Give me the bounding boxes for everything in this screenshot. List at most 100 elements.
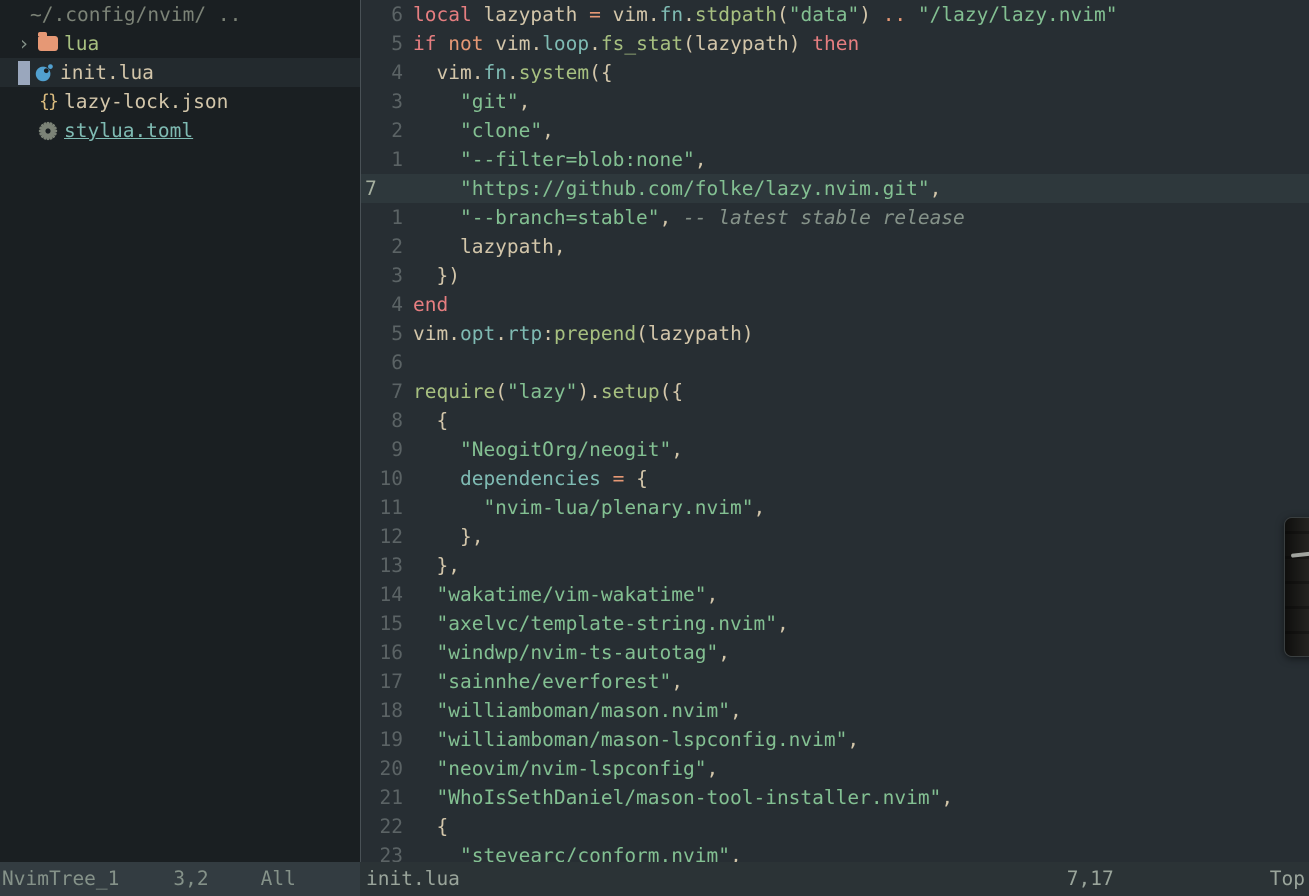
code-line[interactable]: 17 "sainnhe/everforest", [361, 667, 1309, 696]
lua-icon [32, 62, 56, 84]
token-punct: , [542, 119, 554, 142]
line-number: 7 [391, 380, 403, 403]
file-tree-item-lazy-lock-json[interactable]: {} lazy-lock.json [0, 87, 360, 116]
code-line[interactable]: 9 "NeogitOrg/neogit", [361, 435, 1309, 464]
status-right-section: init.lua 7,17 Top [360, 862, 1309, 896]
code-line[interactable]: 13 }, [361, 551, 1309, 580]
code-line[interactable]: 1 "--branch=stable", -- latest stable re… [361, 203, 1309, 232]
code-line[interactable]: 16 "windwp/nvim-ts-autotag", [361, 638, 1309, 667]
code-line[interactable]: 7 require("lazy").setup({ [361, 377, 1309, 406]
token-punct: , [694, 148, 707, 171]
token-punct: { [413, 815, 449, 838]
code-line[interactable]: 12 }, [361, 522, 1309, 551]
token-punct: ( [495, 380, 507, 403]
code-line[interactable]: 11 "nvim-lua/plenary.nvim", [361, 493, 1309, 522]
code-line-text: { [413, 812, 448, 841]
code-line[interactable]: 1 "--filter=blob:none", [361, 145, 1309, 174]
code-line[interactable]: 8 { [361, 406, 1309, 435]
code-line[interactable]: 2 "clone", [361, 116, 1309, 145]
code-line-text: "--branch=stable", -- latest stable rele… [413, 203, 965, 232]
code-line[interactable]: 14 "wakatime/vim-wakatime", [361, 580, 1309, 609]
line-number: 19 [379, 728, 403, 751]
status-line: NvimTree_1 3,2 All init.lua 7,17 Top [0, 862, 1309, 896]
line-number: 9 [391, 438, 403, 461]
token-punct: . [506, 61, 519, 84]
status-left-position: 3,2 [173, 867, 209, 890]
code-line-text: "williamboman/mason-lspconfig.nvim", [413, 725, 859, 754]
token-kw: then [812, 32, 860, 55]
file-tree-item-init-lua[interactable]: init.lua [0, 58, 360, 87]
code-line[interactable]: 20 "neovim/nvim-lspconfig", [361, 754, 1309, 783]
code-line[interactable]: 22 { [361, 812, 1309, 841]
code-line-text: "nvim-lua/plenary.nvim", [413, 493, 765, 522]
code-line[interactable]: 6 local lazypath = vim.fn.stdpath("data")… [361, 0, 1309, 29]
code-line-text: require("lazy").setup({ [413, 377, 683, 406]
code-line[interactable]: 18 "williamboman/mason.nvim", [361, 696, 1309, 725]
code-line[interactable]: 4 end [361, 290, 1309, 319]
token-op: .. [870, 3, 918, 26]
line-number: 6 [391, 3, 403, 26]
code-line-text: dependencies = { [413, 464, 648, 493]
token-comment: -- latest stable release [683, 206, 965, 229]
token-str: "wakatime/vim-wakatime" [413, 583, 707, 606]
token-var: vim [600, 3, 648, 26]
token-str: "/lazy/lazy.nvim" [917, 3, 1118, 26]
token-field: dependencies [413, 467, 601, 490]
token-str: "https://github.com/folke/lazy.nvim.git" [413, 177, 930, 200]
code-line-text: "wakatime/vim-wakatime", [413, 580, 718, 609]
code-line-text: "https://github.com/folke/lazy.nvim.git"… [413, 174, 941, 203]
token-punct: , [706, 757, 719, 780]
file-tree-item-label: lua [64, 32, 100, 55]
line-number: 1 [391, 148, 403, 171]
file-tree-list[interactable]: › lua init.lua {} lazy-lock.json stylua.tom… [0, 29, 360, 145]
code-lines[interactable]: 6 local lazypath = vim.fn.stdpath("data")… [361, 0, 1309, 862]
code-line-text: vim.opt.rtp:prepend(lazypath) [413, 319, 754, 348]
token-kw: end [413, 293, 449, 316]
token-punct: , [553, 235, 566, 258]
code-line[interactable]: 10 dependencies = { [361, 464, 1309, 493]
floating-image-preview[interactable] [1284, 517, 1309, 657]
token-kw: local [413, 3, 472, 26]
code-line[interactable]: 3 }) [361, 261, 1309, 290]
token-punct: , [729, 699, 742, 722]
file-tree-panel[interactable]: ~/.config/nvim/ .. › lua init.lua {} lazy-l… [0, 0, 360, 862]
code-line[interactable]: 19 "williamboman/mason-lspconfig.nvim", [361, 725, 1309, 754]
token-var: lazypath [694, 32, 789, 55]
token-var: lazypath [471, 3, 590, 26]
file-tree-item-label: stylua.toml [64, 119, 194, 142]
code-line[interactable]: 3 "git", [361, 87, 1309, 116]
file-tree-item-lua[interactable]: › lua [0, 29, 360, 58]
token-str: "axelvc/template-string.nvim" [413, 612, 777, 635]
status-right-position: 7,17 [1066, 867, 1114, 890]
line-number: 5 [391, 32, 403, 55]
token-punct: , [671, 438, 684, 461]
code-line[interactable]: 21 "WhoIsSethDaniel/mason-tool-installer… [361, 783, 1309, 812]
code-line[interactable]: 2 lazypath, [361, 232, 1309, 261]
line-number: 1 [391, 206, 403, 229]
code-line-text: "windwp/nvim-ts-autotag", [413, 638, 730, 667]
token-punct: , [753, 496, 766, 519]
code-line-text: }, [413, 522, 484, 551]
code-editor-buffer[interactable]: 6 local lazypath = vim.fn.stdpath("data")… [361, 0, 1309, 862]
token-str: "neovim/nvim-lspconfig" [413, 757, 707, 780]
token-str: "data" [788, 3, 860, 26]
token-punct: . [647, 3, 660, 26]
code-line[interactable]: 4 vim.fn.system({ [361, 58, 1309, 87]
token-field: fn [659, 3, 684, 26]
status-file-name: init.lua [366, 867, 460, 890]
token-func: fs_stat [600, 32, 684, 55]
line-number: 16 [379, 641, 403, 664]
code-line-text: { [413, 406, 448, 435]
file-tree-item-stylua-toml[interactable]: stylua.toml [0, 116, 360, 145]
code-line[interactable]: 5 if not vim.loop.fs_stat(lazypath) then [361, 29, 1309, 58]
line-number: 6 [391, 351, 403, 374]
code-line[interactable]: 5 vim.opt.rtp:prepend(lazypath) [361, 319, 1309, 348]
token-punct: }, [413, 554, 460, 577]
code-line[interactable]: 23 "stevearc/conform.nvim", [361, 841, 1309, 862]
code-line-cursor[interactable]: 7 "https://github.com/folke/lazy.nvim.gi… [361, 174, 1309, 203]
code-line[interactable]: 15 "axelvc/template-string.nvim", [361, 609, 1309, 638]
status-spacer [460, 862, 1067, 896]
code-line[interactable]: 6 [361, 348, 1309, 377]
